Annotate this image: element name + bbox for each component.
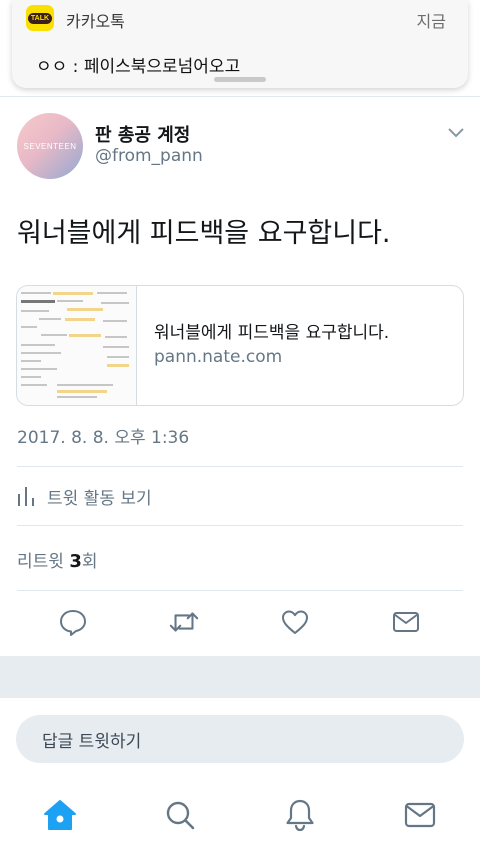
- retweet-count-row[interactable]: 리트윗 3회: [17, 547, 98, 572]
- tab-messages[interactable]: [402, 797, 438, 833]
- link-card-title: 워너블에게 피드백을 요구합니다.: [154, 323, 390, 343]
- reply-placeholder: 답글 트윗하기: [42, 731, 142, 752]
- retweet-suffix: 회: [81, 552, 98, 572]
- tweet-timestamp: 2017. 8. 8. 오후 1:36: [17, 428, 190, 448]
- search-icon: [166, 801, 195, 830]
- notification-message: ㅇㅇ : 페이스북으로넘어오고: [36, 57, 241, 77]
- section-separator: [0, 656, 480, 698]
- reply-button[interactable]: [57, 606, 89, 638]
- retweet-button[interactable]: [168, 606, 200, 638]
- dm-icon: [393, 612, 419, 632]
- retweet-icon: [169, 612, 199, 632]
- analytics-icon: [18, 487, 34, 506]
- like-icon: [282, 610, 308, 634]
- reply-icon: [60, 610, 86, 636]
- notification-drag-handle[interactable]: [214, 77, 266, 82]
- notification-app-name: 카카오톡: [66, 12, 125, 31]
- app-icon-label: TALK: [27, 12, 53, 24]
- tweet-activity-link[interactable]: 트윗 활동 보기: [17, 484, 152, 509]
- tweet-actions: [0, 606, 480, 642]
- link-card-domain: pann.nate.com: [154, 347, 283, 367]
- home-icon: [44, 800, 76, 830]
- tweet-activity-label: 트윗 활동 보기: [47, 488, 152, 509]
- divider: [17, 466, 463, 467]
- tab-notifications[interactable]: [282, 797, 318, 833]
- notification-time: 지금: [416, 12, 446, 31]
- kakaotalk-app-icon: TALK: [26, 5, 54, 31]
- notification-banner[interactable]: TALK 카카오톡 지금 ㅇㅇ : 페이스북으로넘어오고: [12, 0, 468, 88]
- divider: [17, 590, 463, 591]
- avatar[interactable]: SEVENTEEN: [17, 113, 83, 179]
- tweet-text: 워너블에게 피드백을 요구합니다.: [17, 218, 391, 249]
- tab-home[interactable]: [42, 797, 78, 833]
- notifications-icon: [286, 799, 314, 832]
- like-button[interactable]: [279, 606, 311, 638]
- direct-message-button[interactable]: [390, 606, 422, 638]
- bottom-nav-bar: [0, 783, 480, 852]
- tab-search[interactable]: [162, 797, 198, 833]
- messages-icon: [404, 802, 436, 828]
- avatar-text: SEVENTEEN: [23, 141, 77, 151]
- retweet-count: 3: [69, 551, 82, 572]
- divider: [0, 96, 480, 97]
- link-card-thumbnail: [17, 286, 137, 405]
- chevron-down-icon[interactable]: [447, 127, 465, 139]
- reply-input[interactable]: 답글 트윗하기: [16, 715, 464, 763]
- divider: [17, 525, 463, 526]
- user-handle[interactable]: @from_pann: [95, 146, 203, 166]
- link-card[interactable]: 워너블에게 피드백을 요구합니다. pann.nate.com: [16, 285, 464, 406]
- retweet-label: 리트윗: [17, 552, 64, 572]
- display-name[interactable]: 판 총공 계정: [95, 121, 190, 147]
